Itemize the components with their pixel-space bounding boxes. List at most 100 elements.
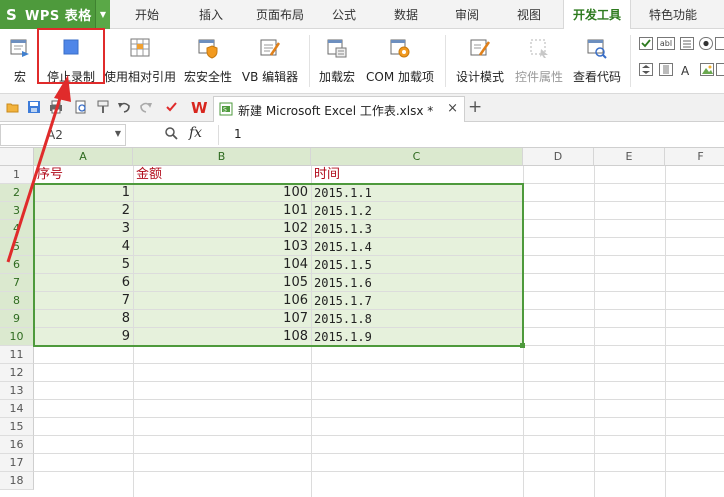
label-control-icon[interactable]: A <box>680 63 694 78</box>
header-cell-amount[interactable]: 金额 <box>133 166 311 184</box>
print-preview-icon[interactable] <box>74 100 88 114</box>
column-header-e[interactable]: E <box>594 148 665 166</box>
gridline <box>34 381 724 382</box>
checkbox-control-icon[interactable] <box>639 37 653 50</box>
textbox-control-icon[interactable]: abl <box>657 37 675 50</box>
relative-reference-button[interactable]: 使用相对引用 <box>104 33 176 89</box>
row-header[interactable]: 1 <box>0 166 34 184</box>
gridline <box>34 453 724 454</box>
macro-label: 宏 <box>13 70 26 84</box>
gridline <box>665 166 666 497</box>
macro-security-button[interactable]: 宏安全性 <box>180 33 236 89</box>
chevron-down-icon[interactable]: ▼ <box>115 129 121 138</box>
tab-home[interactable]: 开始 <box>122 0 172 29</box>
row-header[interactable]: 6 <box>0 256 34 274</box>
row-header[interactable]: 9 <box>0 310 34 328</box>
fill-handle[interactable] <box>520 343 525 348</box>
more-control-icon[interactable] <box>716 63 724 76</box>
tab-data[interactable]: 数据 <box>384 0 428 29</box>
row-header[interactable]: 7 <box>0 274 34 292</box>
row-header[interactable]: 18 <box>0 472 34 490</box>
tab-review[interactable]: 审阅 <box>445 0 489 29</box>
print-icon[interactable] <box>49 100 63 114</box>
format-painter-icon[interactable] <box>96 100 110 114</box>
document-tab-title: 新建 Microsoft Excel 工作表.xlsx * <box>238 104 434 118</box>
gridline <box>34 363 724 364</box>
listbox-control-icon[interactable] <box>680 37 694 50</box>
row-header[interactable]: 16 <box>0 436 34 454</box>
row-header[interactable]: 12 <box>0 364 34 382</box>
save-icon[interactable] <box>27 100 41 114</box>
app-dropdown-icon[interactable]: ▼ <box>95 0 110 29</box>
vb-editor-icon <box>260 39 281 56</box>
macro-icon <box>10 39 29 57</box>
macro-security-label: 宏安全性 <box>183 70 232 84</box>
load-macro-button[interactable]: 加载宏 <box>314 33 360 89</box>
macro-button[interactable]: 宏 <box>2 33 38 89</box>
com-addins-label: COM 加载项 <box>366 70 434 84</box>
image-control-icon[interactable] <box>700 63 714 76</box>
row-header[interactable]: 8 <box>0 292 34 310</box>
app-menu-button[interactable]: S WPS 表格 ▼ <box>0 0 110 29</box>
header-cell-time[interactable]: 时间 <box>311 166 523 184</box>
control-properties-button[interactable]: 控件属性 <box>511 33 567 89</box>
vb-editor-button[interactable]: VB 编辑器 <box>238 33 302 89</box>
row-header[interactable]: 4 <box>0 220 34 238</box>
design-mode-button[interactable]: 设计模式 <box>452 33 508 89</box>
column-header-c[interactable]: C <box>311 148 523 166</box>
header-cell-index[interactable]: 序号 <box>34 166 133 184</box>
view-code-label: 查看代码 <box>572 70 621 84</box>
more-control-icon[interactable] <box>715 37 724 50</box>
tab-formulas[interactable]: 公式 <box>322 0 366 29</box>
row-header[interactable]: 14 <box>0 400 34 418</box>
gridline <box>34 471 724 472</box>
row-header[interactable]: 2 <box>0 184 34 202</box>
ribbon-developer: 宏 停止录制 使用相对引用 宏安全性 VB 编辑器 加载宏 COM 加载项 设计… <box>0 29 724 94</box>
row-header[interactable]: 13 <box>0 382 34 400</box>
redo-icon[interactable] <box>139 100 153 114</box>
open-folder-icon[interactable] <box>6 100 20 114</box>
radio-control-icon[interactable] <box>699 37 713 50</box>
document-tab[interactable]: S 新建 Microsoft Excel 工作表.xlsx * × <box>213 96 465 122</box>
row-header[interactable]: 15 <box>0 418 34 436</box>
highlight-box <box>37 28 105 84</box>
insert-function-button[interactable]: fx <box>189 125 202 141</box>
formula-bar-separator <box>218 125 219 145</box>
row-header[interactable]: 10 <box>0 328 34 346</box>
spreadsheet-file-icon: S <box>219 102 233 116</box>
load-macro-label: 加载宏 <box>318 70 355 84</box>
row-header[interactable]: 5 <box>0 238 34 256</box>
row-header[interactable]: 11 <box>0 346 34 364</box>
customize-toolbar-icon[interactable] <box>165 100 179 114</box>
row-header[interactable]: 17 <box>0 454 34 472</box>
column-header-b[interactable]: B <box>133 148 311 166</box>
name-box[interactable]: A2 ▼ <box>0 124 126 146</box>
wps-home-icon[interactable]: W <box>191 99 207 115</box>
shield-icon <box>198 39 218 59</box>
spin-control-icon[interactable] <box>639 63 653 76</box>
close-tab-icon[interactable]: × <box>447 101 458 116</box>
tab-developer[interactable]: 开发工具 <box>563 0 631 30</box>
zoom-search-icon[interactable] <box>164 126 178 140</box>
svg-text:A: A <box>681 64 690 76</box>
tab-view[interactable]: 视图 <box>507 0 551 29</box>
scrollbar-control-icon[interactable] <box>659 63 673 76</box>
com-addins-button[interactable]: COM 加载项 <box>362 33 438 89</box>
column-header-a[interactable]: A <box>34 148 133 166</box>
svg-text:W: W <box>191 99 207 115</box>
tab-page-layout[interactable]: 页面布局 <box>248 0 312 29</box>
new-tab-icon[interactable]: + <box>468 97 482 117</box>
ribbon-separator <box>630 35 631 87</box>
design-mode-label: 设计模式 <box>455 70 504 84</box>
column-header-d[interactable]: D <box>523 148 594 166</box>
undo-icon[interactable] <box>117 100 131 114</box>
row-header[interactable]: 3 <box>0 202 34 220</box>
select-all-corner[interactable] <box>0 148 34 166</box>
view-code-button[interactable]: 查看代码 <box>569 33 625 89</box>
tab-special-features[interactable]: 特色功能 <box>639 0 707 29</box>
column-header-f[interactable]: F <box>665 148 724 166</box>
spreadsheet-grid: A B C D E F 1 2 3 4 5 6 7 8 9 10 11 12 1… <box>0 148 724 497</box>
view-code-icon <box>587 39 607 59</box>
formula-input[interactable]: 1 <box>234 127 242 141</box>
tab-insert[interactable]: 插入 <box>186 0 236 29</box>
